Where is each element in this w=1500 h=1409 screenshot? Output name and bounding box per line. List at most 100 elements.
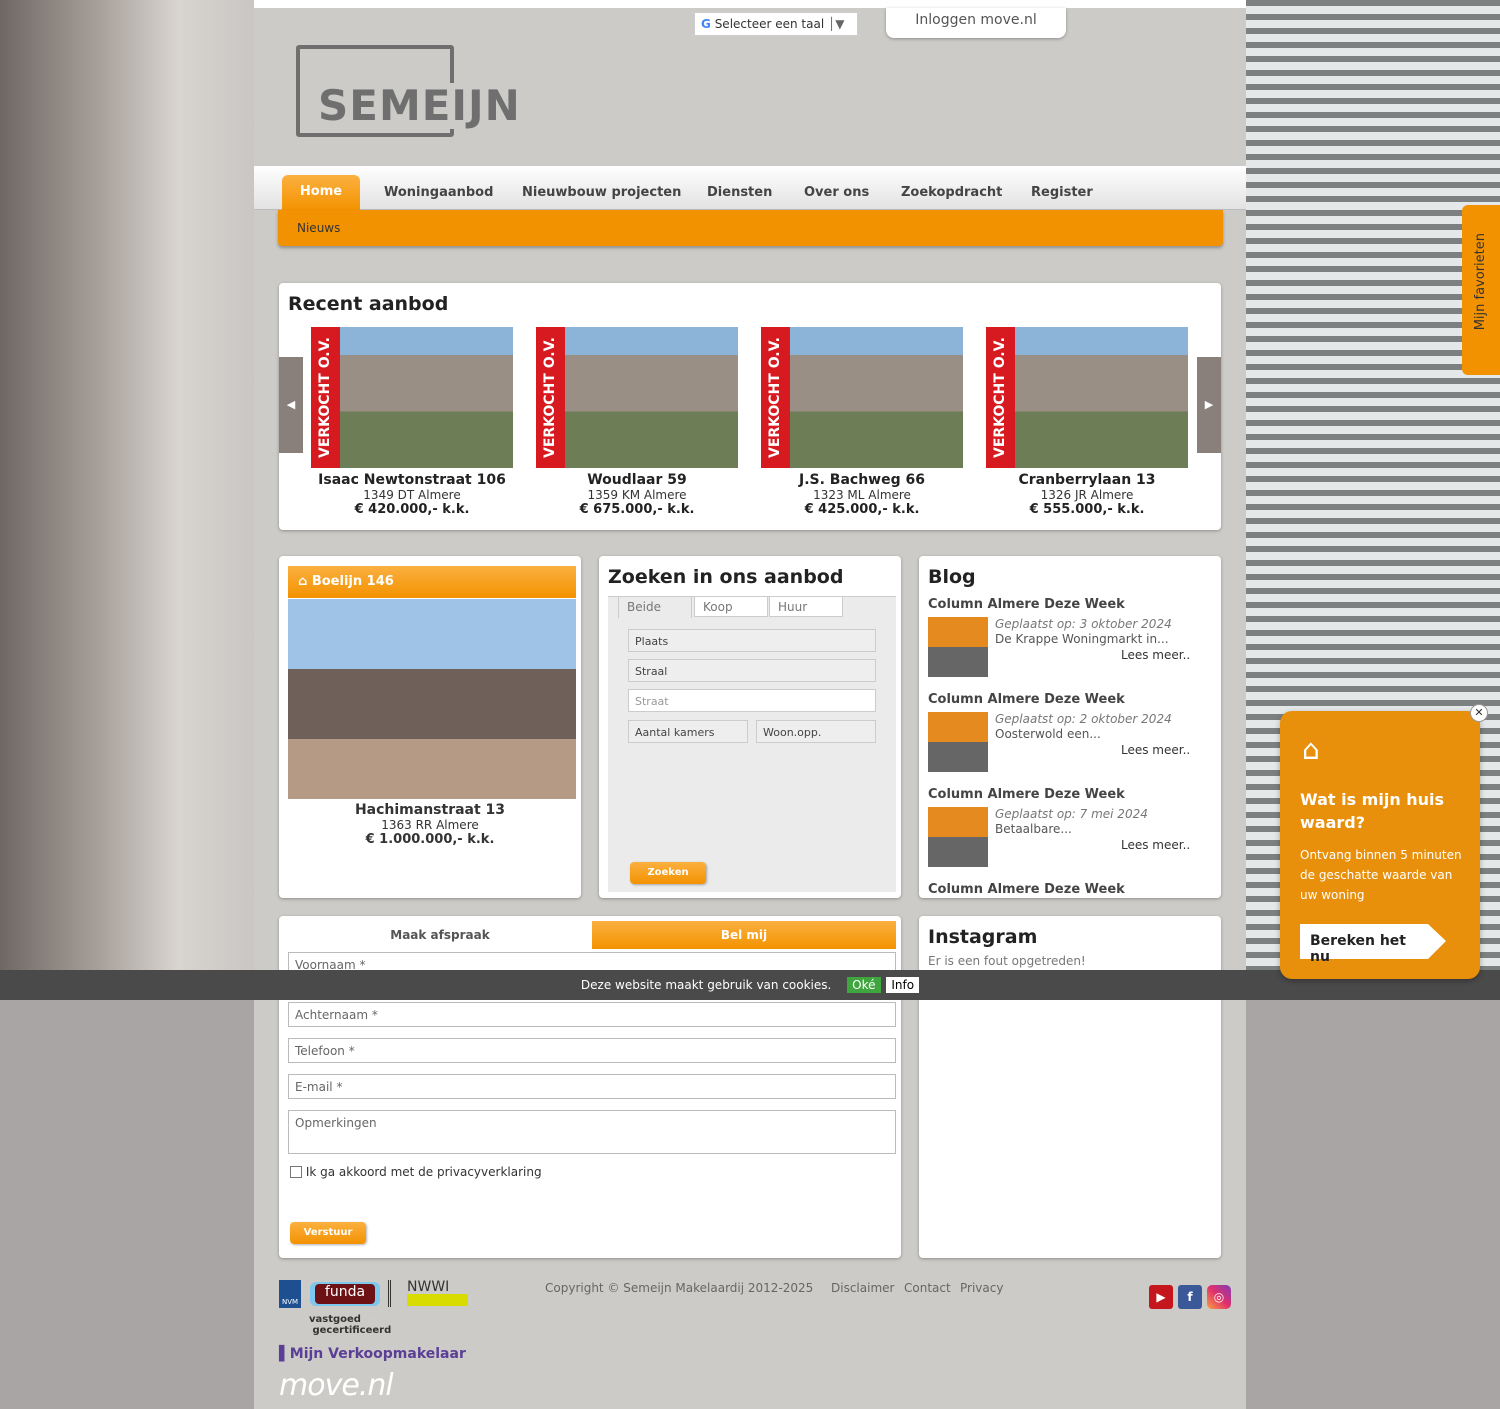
woonopp-select[interactable]: Woon.opp. (756, 720, 876, 743)
tab-bel-mij[interactable]: Bel mij (592, 921, 896, 949)
tab-beide[interactable]: Beide (618, 596, 692, 618)
login-button[interactable]: Inloggen move.nl (886, 8, 1066, 38)
property-price: € 425.000,- k.k. (804, 502, 920, 517)
tab-maak-afspraak[interactable]: Maak afspraak (288, 921, 592, 949)
cookie-ok-button[interactable]: Oké (847, 977, 881, 993)
property-photo: VERKOCHT O.V. (986, 327, 1188, 468)
blog-item[interactable]: Column Almere Deze Week Geplaatst op: 3 o… (928, 597, 1208, 677)
favorites-label: Mijn favorieten (1473, 233, 1488, 331)
nav-zoekopdracht[interactable]: Zoekopdracht (901, 185, 1002, 200)
blog-excerpt: Oosterwold een... (995, 727, 1101, 741)
property-street: Cranberrylaan 13 (1018, 472, 1156, 488)
sold-ribbon: VERKOCHT O.V. (986, 327, 1015, 468)
telefoon-input[interactable]: Telefoon * (288, 1038, 896, 1063)
logo-text: SEMEIJN (318, 81, 521, 130)
facebook-icon[interactable]: f (1178, 1285, 1202, 1309)
instagram-icon[interactable]: ◎ (1207, 1285, 1231, 1309)
mijn-verkoopmakelaar-logo[interactable]: ▌Mijn Verkoopmakelaar (279, 1346, 466, 1362)
nav-register[interactable]: Register (1031, 185, 1093, 200)
nav-diensten[interactable]: Diensten (707, 185, 772, 200)
sold-ribbon: VERKOCHT O.V. (311, 327, 340, 468)
featured-street: Hachimanstraat 13 (354, 802, 506, 818)
subnav-nieuws[interactable]: Nieuws (297, 221, 340, 235)
logo[interactable]: SEMEIJN (296, 45, 521, 137)
property-city: 1323 ML Almere (813, 488, 911, 502)
tab-huur[interactable]: Huur (769, 596, 843, 617)
valuation-text: Ontvang binnen 5 minuten de geschatte wa… (1300, 848, 1462, 902)
privacy-checkbox[interactable] (290, 1166, 302, 1178)
property-street: J.S. Bachweg 66 (799, 472, 925, 488)
footer-link-contact[interactable]: Contact (904, 1281, 951, 1295)
property-card[interactable]: VERKOCHT O.V. Isaac Newtonstraat 106 1349 … (311, 327, 513, 517)
nwwi-logo[interactable]: NWWI (388, 1280, 468, 1307)
featured-header[interactable]: ⌂ Boelijn 146 (288, 566, 576, 598)
featured-city: 1363 RR Almere (381, 818, 479, 832)
close-icon[interactable]: ✕ (1470, 704, 1488, 722)
house-icon: ⌂ (1302, 733, 1320, 766)
cookie-info-button[interactable]: Info (886, 977, 920, 993)
footer-link-privacy[interactable]: Privacy (960, 1281, 1003, 1295)
google-icon: G (701, 17, 711, 31)
property-city: 1326 JR Almere (1040, 488, 1134, 502)
kamers-select[interactable]: Aantal kamers (628, 720, 748, 743)
straal-select[interactable]: Straal (628, 659, 876, 682)
privacy-link[interactable]: privacyverklaring (437, 1165, 542, 1179)
property-card[interactable]: VERKOCHT O.V. J.S. Bachweg 66 1323 ML Alme… (761, 327, 963, 517)
blog-excerpt: De Krappe Woningmarkt in... (995, 632, 1169, 646)
funda-logo[interactable]: funda (310, 1282, 380, 1306)
property-card[interactable]: VERKOCHT O.V. Woudlaar 59 1359 KM Almere € … (536, 327, 738, 517)
nav-home[interactable]: Home (282, 175, 360, 211)
contact-panel: Maak afspraak Bel mij Voornaam * Achtern… (279, 916, 901, 1258)
bereken-button[interactable]: Bereken het nu (1300, 924, 1428, 965)
blog-item[interactable]: Column Almere Deze Week Geplaatst op: 7 m… (928, 787, 1208, 867)
property-street: Woudlaar 59 (587, 472, 687, 488)
search-submit-button[interactable]: Zoeken (630, 862, 706, 884)
property-photo: VERKOCHT O.V. (536, 327, 738, 468)
achternaam-input[interactable]: Achternaam * (288, 1002, 896, 1027)
move-nl-logo[interactable]: move.nl (279, 1368, 394, 1403)
read-more-link[interactable]: Lees meer.. (1121, 743, 1190, 757)
nvm-logo[interactable]: NVM (279, 1280, 301, 1308)
read-more-link[interactable]: Lees meer.. (1121, 838, 1190, 852)
opmerkingen-textarea[interactable]: Opmerkingen (288, 1110, 896, 1154)
featured-photo[interactable] (288, 599, 576, 799)
plaats-select[interactable]: Plaats (628, 629, 876, 652)
property-photo: VERKOCHT O.V. (311, 327, 513, 468)
carousel-next-arrow[interactable]: ▶ (1197, 357, 1221, 453)
carousel-prev-arrow[interactable]: ◀ (279, 357, 303, 453)
valuation-title: Wat is mijn huis waard? (1300, 790, 1445, 832)
property-card[interactable]: VERKOCHT O.V. Cranberrylaan 13 1326 JR Alm… (986, 327, 1188, 517)
favorites-tab[interactable]: Mijn favorieten (1462, 205, 1500, 375)
footer-link-disclaimer[interactable]: Disclaimer (831, 1281, 894, 1295)
main-nav: Home Woningaanbod Nieuwbouw projecten Di… (254, 166, 1246, 211)
language-label: Selecteer een taal (714, 17, 825, 31)
page-container: G Selecteer een taal │▼ Inloggen move.nl… (254, 0, 1246, 1409)
blog-item[interactable]: Column Almere Deze Week (928, 882, 1208, 897)
property-city: 1349 DT Almere (363, 488, 461, 502)
blog-item[interactable]: Column Almere Deze Week Geplaatst op: 2 o… (928, 692, 1208, 772)
language-select[interactable]: G Selecteer een taal │▼ (694, 12, 858, 36)
nav-nieuwbouw[interactable]: Nieuwbouw projecten (522, 185, 681, 200)
blog-date: Geplaatst op: 2 oktober 2024 (995, 712, 1172, 726)
featured-price: € 1.000.000,- k.k. (365, 832, 495, 847)
nav-woningaanbod[interactable]: Woningaanbod (384, 185, 493, 200)
featured-header-label: Boelijn 146 (311, 574, 394, 589)
vastgoedcert-logo[interactable]: vastgoedcert gecertificeerd (279, 1314, 399, 1336)
verstuur-button[interactable]: Verstuur (290, 1222, 366, 1244)
tab-koop[interactable]: Koop (694, 596, 768, 617)
youtube-icon[interactable]: ▶ (1149, 1285, 1173, 1309)
cookie-text: Deze website maakt gebruik van cookies. (580, 978, 832, 992)
straat-input[interactable]: Straat (628, 689, 876, 712)
nav-over-ons[interactable]: Over ons (804, 185, 869, 200)
email-input[interactable]: E-mail * (288, 1074, 896, 1099)
search-panel: Zoeken in ons aanbod Beide Koop Huur Pla… (599, 556, 901, 898)
property-price: € 675.000,- k.k. (579, 502, 695, 517)
blog-date: Geplaatst op: 7 mei 2024 (995, 807, 1148, 821)
blog-item-title: Column Almere Deze Week (928, 597, 1125, 612)
valuation-widget: ✕ ⌂ Wat is mijn huis waard? Ontvang binn… (1280, 704, 1488, 979)
recent-aanbod-panel: Recent aanbod ◀ ▶ VERKOCHT O.V. Isaac New… (279, 283, 1221, 530)
sold-ribbon: VERKOCHT O.V. (536, 327, 565, 468)
property-street: Isaac Newtonstraat 106 (318, 472, 506, 488)
blog-thumbnail (928, 712, 988, 772)
read-more-link[interactable]: Lees meer.. (1121, 648, 1190, 662)
